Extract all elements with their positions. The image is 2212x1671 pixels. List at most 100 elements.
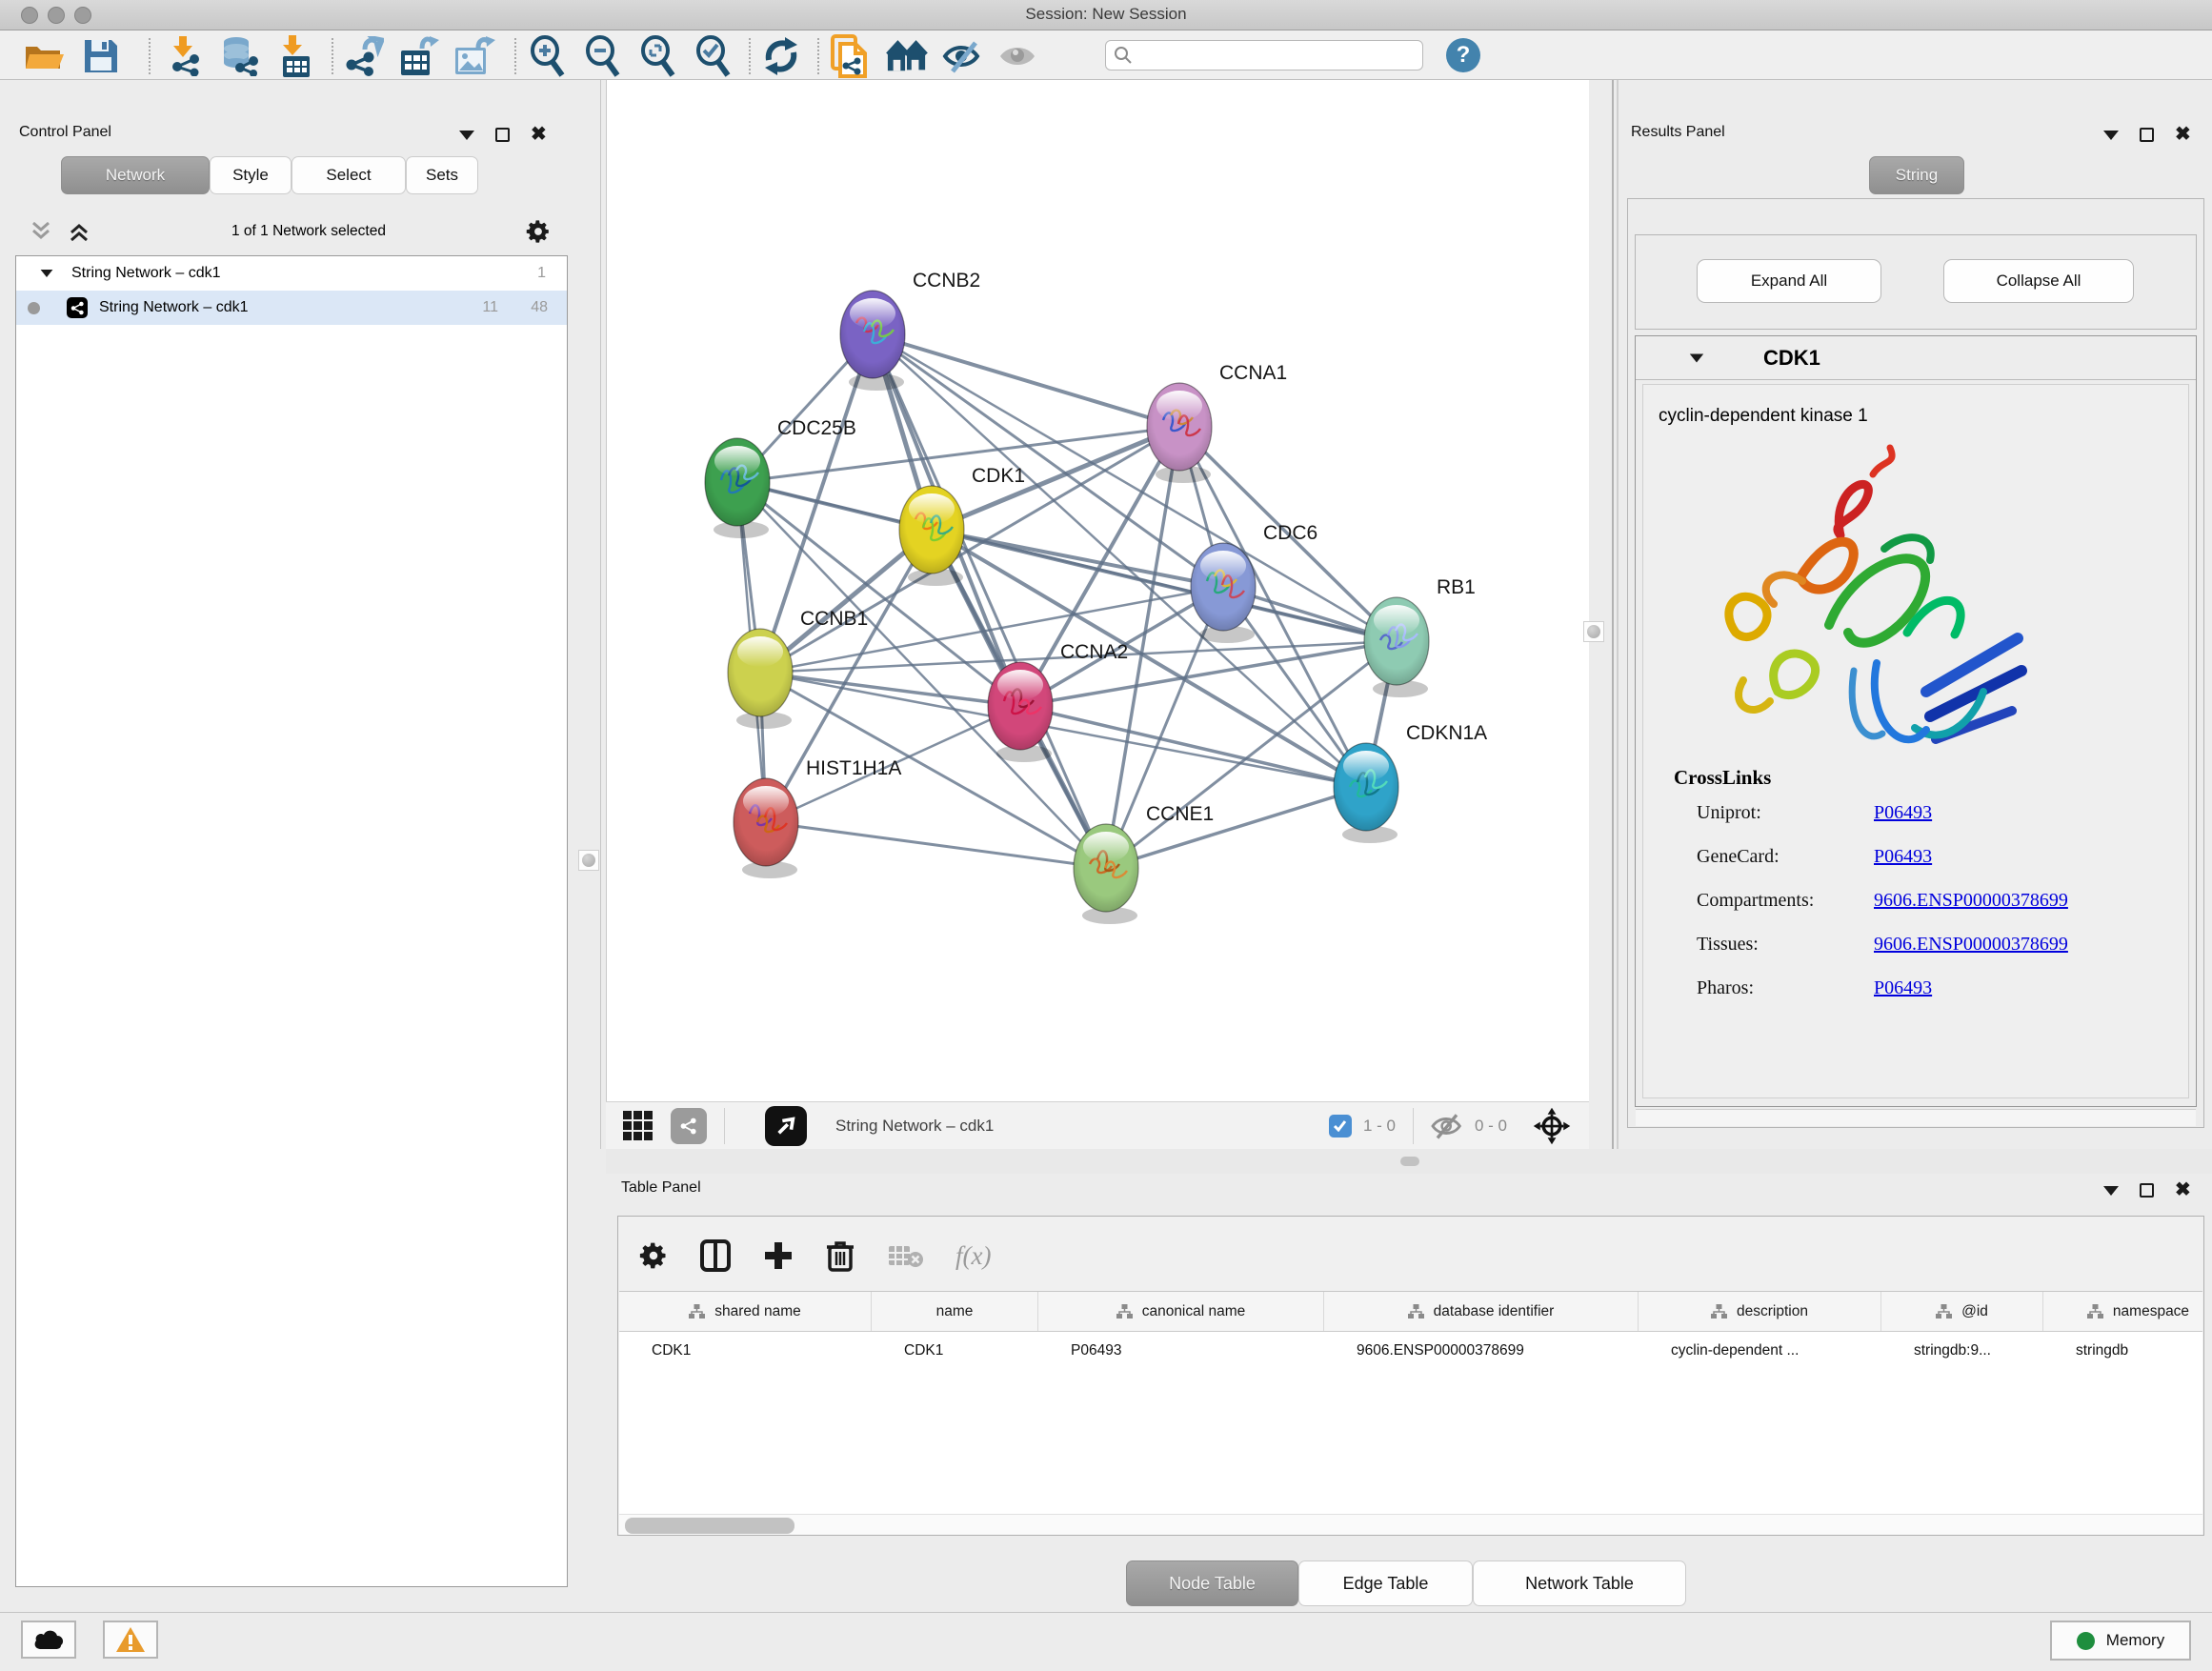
table-cell[interactable]: stringdb xyxy=(2043,1332,2202,1370)
export-image-button[interactable] xyxy=(453,36,495,76)
search-box[interactable] xyxy=(1105,40,1423,70)
network-node-hist1h1a[interactable]: HIST1H1A xyxy=(734,757,901,878)
network-canvas[interactable]: CCNB2CCNA1CDC25BCDK1CDC6RB1CCNB1CCNA2CDK… xyxy=(606,80,1589,1101)
network-options-gear-icon[interactable] xyxy=(526,219,551,244)
network-node-cdkn1a[interactable]: CDKN1A xyxy=(1334,722,1487,843)
network-edge[interactable] xyxy=(760,673,1020,706)
cloud-button[interactable] xyxy=(21,1621,76,1659)
float-panel-icon[interactable] xyxy=(2140,1183,2154,1198)
table-row[interactable]: CDK1CDK1P064939606.ENSP00000378699cyclin… xyxy=(619,1332,2202,1370)
collapse-panel-icon[interactable] xyxy=(459,131,474,140)
network-collection-row[interactable]: String Network – cdk1 1 xyxy=(16,256,567,291)
show-all-button[interactable] xyxy=(996,36,1038,76)
hide-selected-button[interactable] xyxy=(941,36,983,76)
float-panel-icon[interactable] xyxy=(2140,128,2154,142)
expand-all-button[interactable]: Expand All xyxy=(1697,259,1881,303)
network-row-selected[interactable]: String Network – cdk1 11 48 xyxy=(16,291,567,325)
refresh-network-button[interactable] xyxy=(760,36,802,76)
import-table-button[interactable] xyxy=(274,36,316,76)
collapse-card-icon[interactable] xyxy=(1690,353,1703,362)
column-header--id[interactable]: @id xyxy=(1881,1292,2043,1331)
warnings-button[interactable] xyxy=(103,1621,158,1659)
selected-checkbox[interactable] xyxy=(1329,1115,1352,1137)
network-node-ccnb2[interactable]: CCNB2 xyxy=(840,270,980,391)
network-edge[interactable] xyxy=(1106,587,1223,868)
close-panel-icon[interactable]: ✖ xyxy=(2175,128,2191,142)
network-graph[interactable]: CCNB2CCNA1CDC25BCDK1CDC6RB1CCNB1CCNA2CDK… xyxy=(607,80,1590,1101)
collapse-all-icon[interactable] xyxy=(29,220,53,243)
network-node-rb1[interactable]: RB1 xyxy=(1364,576,1476,697)
pan-mode-button[interactable] xyxy=(1532,1106,1572,1146)
table-cell[interactable]: P06493 xyxy=(1038,1332,1324,1370)
column-header-database-identifier[interactable]: database identifier xyxy=(1324,1292,1639,1331)
zoom-selected-button[interactable] xyxy=(692,36,734,76)
crosslink-link[interactable]: P06493 xyxy=(1874,802,1932,824)
network-edge[interactable] xyxy=(766,822,1106,868)
search-input[interactable] xyxy=(1133,48,1399,64)
scrollbar-thumb[interactable] xyxy=(625,1518,794,1534)
save-session-button[interactable] xyxy=(80,36,122,76)
column-header-name[interactable]: name xyxy=(872,1292,1038,1331)
tab-string-results[interactable]: String xyxy=(1869,156,1964,194)
collapse-panel-icon[interactable] xyxy=(2103,131,2119,140)
import-network-from-database-button[interactable] xyxy=(219,36,261,76)
network-node-ccne1[interactable]: CCNE1 xyxy=(1074,803,1214,924)
network-edge[interactable] xyxy=(873,334,1179,427)
string-view-button[interactable] xyxy=(671,1108,707,1144)
export-network-button[interactable] xyxy=(343,36,385,76)
crosslink-link[interactable]: 9606.ENSP00000378699 xyxy=(1874,890,2068,912)
import-network-button[interactable] xyxy=(164,36,206,76)
protein-structure-image[interactable] xyxy=(1686,442,2058,795)
network-edge[interactable] xyxy=(1106,787,1366,868)
results-scrollbar[interactable] xyxy=(1636,1109,2196,1126)
table-options-gear-icon[interactable] xyxy=(639,1241,668,1270)
column-header-description[interactable]: description xyxy=(1639,1292,1881,1331)
column-header-shared-name[interactable]: shared name xyxy=(619,1292,872,1331)
collapse-all-button[interactable]: Collapse All xyxy=(1943,259,2134,303)
birdseye-toggle-button[interactable] xyxy=(621,1109,655,1143)
right-splitter[interactable] xyxy=(1612,80,1614,1149)
tab-style[interactable]: Style xyxy=(210,156,292,194)
right-splitter-handle[interactable] xyxy=(1583,621,1604,642)
close-panel-icon[interactable]: ✖ xyxy=(531,128,547,142)
column-header-namespace[interactable]: namespace xyxy=(2043,1292,2202,1331)
left-splitter-handle[interactable] xyxy=(578,850,599,871)
tab-sets[interactable]: Sets xyxy=(406,156,478,194)
network-edge[interactable] xyxy=(873,334,1397,641)
network-edge[interactable] xyxy=(873,334,1106,868)
column-header-canonical-name[interactable]: canonical name xyxy=(1038,1292,1324,1331)
zoom-fit-button[interactable] xyxy=(636,36,678,76)
network-edge[interactable] xyxy=(1020,706,1366,787)
tab-node-table[interactable]: Node Table xyxy=(1126,1560,1298,1606)
add-column-icon[interactable] xyxy=(763,1240,794,1271)
table-cell[interactable]: CDK1 xyxy=(619,1332,872,1370)
tab-select[interactable]: Select xyxy=(292,156,406,194)
table-cell[interactable]: CDK1 xyxy=(872,1332,1038,1370)
table-horizontal-scrollbar[interactable] xyxy=(619,1514,2202,1535)
zoom-in-button[interactable] xyxy=(526,36,568,76)
horizontal-splitter-handle[interactable] xyxy=(1400,1157,1419,1166)
float-panel-icon[interactable] xyxy=(495,128,510,142)
export-table-button[interactable] xyxy=(398,36,440,76)
help-button[interactable]: ? xyxy=(1446,38,1480,72)
tree-expand-icon[interactable] xyxy=(41,270,53,277)
crosslink-link[interactable]: P06493 xyxy=(1874,977,1932,999)
tab-network[interactable]: Network xyxy=(61,156,210,194)
clone-network-button[interactable] xyxy=(829,36,871,76)
table-cell[interactable]: cyclin-dependent ... xyxy=(1639,1332,1881,1370)
crosslink-link[interactable]: P06493 xyxy=(1874,846,1932,868)
memory-button[interactable]: Memory xyxy=(2050,1621,2191,1661)
open-session-button[interactable] xyxy=(23,36,65,76)
network-edge[interactable] xyxy=(932,530,1397,641)
delete-column-trash-icon[interactable] xyxy=(826,1239,855,1272)
protein-card-header[interactable]: CDK1 xyxy=(1636,336,2196,380)
table-cell[interactable]: stringdb:9... xyxy=(1881,1332,2043,1370)
expand-all-icon[interactable] xyxy=(67,220,91,243)
zoom-out-button[interactable] xyxy=(581,36,623,76)
table-cell[interactable]: 9606.ENSP00000378699 xyxy=(1324,1332,1639,1370)
open-in-window-button[interactable] xyxy=(765,1106,807,1146)
tab-edge-table[interactable]: Edge Table xyxy=(1298,1560,1473,1606)
show-columns-icon[interactable] xyxy=(700,1239,731,1272)
crosslink-link[interactable]: 9606.ENSP00000378699 xyxy=(1874,934,2068,956)
home-layout-button[interactable] xyxy=(886,36,928,76)
